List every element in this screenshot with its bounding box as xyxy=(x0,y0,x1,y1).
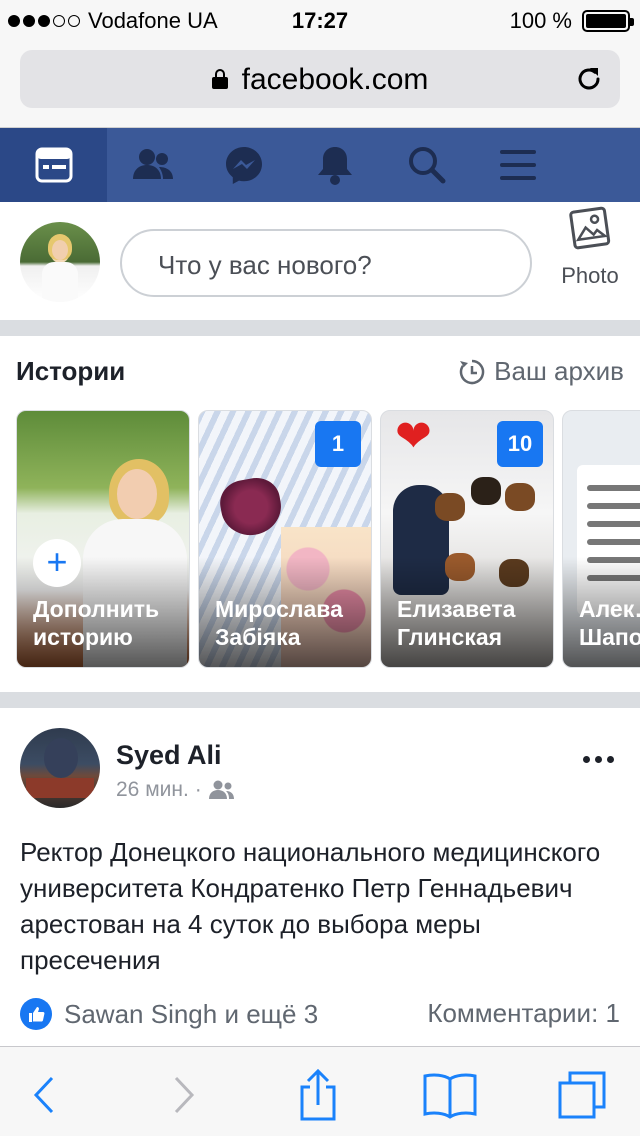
more-options-button[interactable] xyxy=(583,756,614,763)
post-time[interactable]: 26 мин. xyxy=(116,778,189,802)
author-avatar[interactable] xyxy=(20,728,100,808)
reload-icon[interactable] xyxy=(574,64,604,94)
friends-audience-icon xyxy=(208,780,234,799)
add-story-button[interactable]: + xyxy=(33,539,81,587)
story-name: Алек… Шапо… xyxy=(579,596,640,650)
post-footer: Sawan Singh и ещё 3 Комментарии: 1 xyxy=(20,996,620,1032)
battery-percent: 100 % xyxy=(509,8,572,33)
back-button[interactable] xyxy=(16,1067,72,1123)
status-bar: Vodafone UA 17:27 100 % xyxy=(0,0,640,40)
story-name: Елизавета Глинская xyxy=(397,596,516,650)
forward-button[interactable] xyxy=(156,1067,212,1123)
section-divider xyxy=(0,320,640,336)
forward-icon xyxy=(174,1076,195,1114)
battery-icon xyxy=(582,10,634,32)
address-bar[interactable]: facebook.com xyxy=(20,50,620,108)
browser-toolbar xyxy=(0,1046,640,1136)
post-text: Ректор Донецкого национального медицинск… xyxy=(20,837,601,975)
share-icon xyxy=(300,1068,336,1121)
like-icon xyxy=(20,998,52,1030)
notifications-tab[interactable] xyxy=(290,128,381,202)
comments-count[interactable]: Комментарии: 1 xyxy=(427,998,620,1029)
feed-post: Syed Ali 26 мин. · Ректор Донецкого наци… xyxy=(0,708,640,1048)
menu-tab[interactable] xyxy=(473,128,564,202)
post-author[interactable]: Syed Ali xyxy=(116,740,222,771)
share-button[interactable] xyxy=(290,1067,346,1123)
news-feed-tab[interactable] xyxy=(0,128,107,202)
friends-tab[interactable] xyxy=(107,128,198,202)
photo-label: Photo xyxy=(561,263,619,288)
facebook-nav-bar xyxy=(0,128,640,202)
story-card-add[interactable]: + Дополнить историю xyxy=(16,410,190,668)
story-count-badge: 10 xyxy=(497,421,543,467)
search-tab[interactable] xyxy=(381,128,472,202)
url-text: facebook.com xyxy=(241,63,429,96)
story-count-badge: 1 xyxy=(315,421,361,467)
photo-button[interactable]: Photo xyxy=(554,206,626,296)
friends-icon xyxy=(132,149,173,179)
bookmarks-icon xyxy=(423,1073,477,1119)
archive-link[interactable]: Ваш архив xyxy=(458,356,624,387)
heart-icon: ❤ xyxy=(395,412,432,461)
reactions-summary[interactable]: Sawan Singh и ещё 3 xyxy=(20,998,318,1030)
battery-status: 100 % xyxy=(509,8,634,34)
status-input[interactable]: Что у вас нового? xyxy=(120,229,532,297)
stories-section: Истории Ваш архив + Дополнить историю 1 … xyxy=(0,336,640,692)
news-feed-icon xyxy=(35,147,72,183)
browser-chrome: facebook.com xyxy=(0,40,640,128)
bookmarks-button[interactable] xyxy=(422,1067,478,1123)
story-card[interactable]: 1 Мирослава Забіяка xyxy=(198,410,372,668)
back-icon xyxy=(33,1076,54,1114)
story-card[interactable]: ❤ 10 Елизавета Глинская xyxy=(380,410,554,668)
tabs-icon xyxy=(558,1071,606,1119)
story-name: Дополнить историю xyxy=(33,596,160,650)
story-card[interactable]: Алек… Шапо… xyxy=(562,410,640,668)
stories-title: Истории xyxy=(16,356,126,386)
section-divider xyxy=(0,692,640,708)
likes-text: Sawan Singh и ещё 3 xyxy=(64,998,319,1029)
photo-icon xyxy=(569,206,611,250)
search-icon xyxy=(408,147,446,184)
messenger-tab[interactable] xyxy=(198,128,289,202)
post-composer: Что у вас нового? Photo xyxy=(0,202,640,320)
messenger-icon xyxy=(226,147,263,184)
notifications-icon xyxy=(318,147,353,185)
menu-icon xyxy=(500,150,537,180)
clock-icon xyxy=(459,359,485,384)
story-name: Мирослава Забіяка xyxy=(215,596,343,650)
archive-label: Ваш архив xyxy=(494,356,624,386)
post-meta: 26 мин. · xyxy=(116,778,236,802)
lock-icon xyxy=(211,69,228,89)
my-avatar[interactable] xyxy=(20,222,100,302)
tabs-button[interactable] xyxy=(554,1067,610,1123)
